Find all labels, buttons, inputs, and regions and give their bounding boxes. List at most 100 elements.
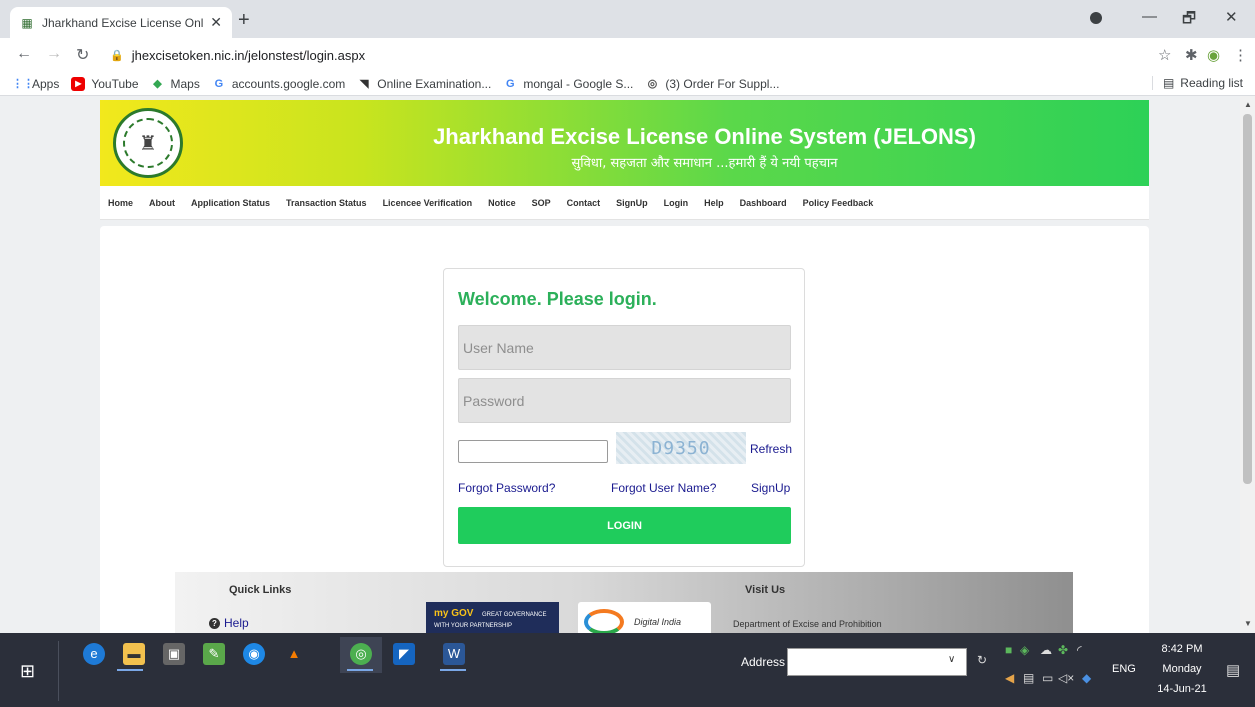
vlc-icon[interactable]: ▲: [283, 643, 305, 665]
quick-link-help[interactable]: ? Help: [209, 616, 249, 630]
wifi-icon[interactable]: ◜: [1077, 643, 1082, 657]
exam-icon: ◥: [360, 77, 369, 90]
digital-india-banner[interactable]: Digital India: [578, 602, 711, 633]
visit-us-text: Department of Excise and Prohibition: [733, 619, 882, 629]
chevron-down-icon[interactable]: ∨: [948, 654, 955, 665]
nav-policy-feedback[interactable]: Policy Feedback: [803, 198, 874, 208]
bookmark-google-search[interactable]: G mongal - Google S...: [503, 77, 633, 91]
bookmark-label: accounts.google.com: [231, 76, 346, 91]
mygov-brand: my GOV: [434, 608, 474, 619]
clock-day[interactable]: Monday: [1152, 663, 1212, 675]
photos-icon[interactable]: ✎: [203, 643, 225, 665]
word-icon[interactable]: W: [443, 643, 465, 665]
globe-icon: ◎: [647, 77, 658, 90]
nav-application-status[interactable]: Application Status: [191, 198, 270, 208]
tray-green-icon[interactable]: ■: [1005, 643, 1012, 657]
bookmark-star-icon[interactable]: ☆: [1158, 46, 1171, 64]
address-go-icon[interactable]: ↻: [977, 653, 987, 667]
back-arrow-icon[interactable]: ←: [16, 45, 32, 63]
bookmark-label: mongal - Google S...: [523, 76, 634, 91]
reading-list-button[interactable]: ▤ Reading list: [1151, 76, 1243, 90]
bookmark-label: (3) Order For Suppl...: [665, 76, 780, 91]
nav-dashboard[interactable]: Dashboard: [740, 198, 787, 208]
tab-close-icon[interactable]: ✕: [210, 14, 222, 31]
nav-help[interactable]: Help: [704, 198, 724, 208]
new-tab-button[interactable]: +: [238, 9, 250, 32]
captcha-refresh-link[interactable]: Refresh: [750, 442, 792, 456]
nav-sop[interactable]: SOP: [532, 198, 551, 208]
chrome-blue-icon[interactable]: ◉: [243, 643, 265, 665]
bookmark-online-exam[interactable]: ◥ Online Examination...: [357, 77, 491, 91]
tray-monitor-icon[interactable]: ▤: [1023, 671, 1034, 685]
battery-icon[interactable]: ▭: [1042, 671, 1053, 685]
bookmark-maps[interactable]: ◆ Maps: [151, 77, 200, 91]
image-viewer-icon[interactable]: ◤: [393, 643, 415, 665]
tab-title: Jharkhand Excise License Online: [42, 15, 205, 30]
google-icon: G: [506, 77, 515, 90]
tray-shield-icon[interactable]: ◈: [1020, 643, 1029, 657]
quick-link-help-label: Help: [224, 616, 249, 630]
site-favicon-icon: ▦: [21, 15, 33, 30]
running-indicator: [117, 669, 143, 671]
page-scrollbar[interactable]: ▲ ▼: [1240, 96, 1255, 633]
file-explorer-icon[interactable]: ▬: [123, 643, 145, 665]
password-input[interactable]: [458, 378, 791, 423]
menu-kebab-icon[interactable]: ⋮: [1233, 46, 1248, 64]
tray-network-share-icon[interactable]: ✤: [1058, 643, 1068, 657]
question-circle-icon: ?: [209, 617, 220, 629]
site-header: ♜ Jharkhand Excise License Online System…: [100, 100, 1149, 186]
login-heading: Welcome. Please login.: [458, 289, 657, 309]
maximize-button[interactable]: 🗗: [1182, 8, 1196, 33]
captcha-input[interactable]: [458, 440, 608, 463]
signup-link[interactable]: SignUp: [751, 481, 790, 495]
input-language[interactable]: ENG: [1112, 663, 1136, 675]
volume-muted-icon[interactable]: ◁×: [1058, 671, 1074, 685]
nav-signup[interactable]: SignUp: [616, 198, 648, 208]
app-window-icon[interactable]: ▣: [163, 643, 185, 665]
nav-notice[interactable]: Notice: [488, 198, 516, 208]
nav-contact[interactable]: Contact: [567, 198, 601, 208]
notification-center-icon[interactable]: ▤: [1226, 661, 1240, 679]
scroll-down-icon[interactable]: ▼: [1244, 619, 1252, 628]
nav-home[interactable]: Home: [108, 198, 133, 208]
profile-avatar-icon[interactable]: ◉: [1207, 46, 1220, 64]
scroll-thumb[interactable]: [1243, 114, 1252, 484]
extensions-puzzle-icon[interactable]: ✱: [1185, 46, 1198, 64]
forgot-username-link[interactable]: Forgot User Name?: [611, 481, 716, 495]
nav-about[interactable]: About: [149, 198, 175, 208]
bookmark-youtube[interactable]: ▶ YouTube: [71, 76, 139, 91]
bookmark-order[interactable]: ◎ (3) Order For Suppl...: [645, 76, 780, 91]
clock-date[interactable]: 14-Jun-21: [1152, 683, 1212, 695]
bookmark-apps[interactable]: ⋮⋮ Apps: [12, 77, 59, 91]
site-nav: Home About Application Status Transactio…: [100, 186, 1149, 220]
username-input[interactable]: [458, 325, 791, 370]
profile-icon[interactable]: [1090, 12, 1102, 24]
nav-transaction-status[interactable]: Transaction Status: [286, 198, 367, 208]
windows-taskbar: ⊞ e ▬ ▣ ✎ ◉ ▲ ◎ ◤ W Address ∨ ↻ ■ ◈ ☁ ✤ …: [0, 633, 1255, 707]
digital-india-label: Digital India: [634, 617, 682, 627]
running-indicator: [440, 669, 466, 671]
edge-browser-icon[interactable]: e: [83, 643, 105, 665]
forward-arrow-icon[interactable]: →: [46, 45, 62, 63]
clock-time[interactable]: 8:42 PM: [1152, 643, 1212, 655]
chrome-icon[interactable]: ◎: [350, 643, 372, 665]
nav-login[interactable]: Login: [664, 198, 689, 208]
bookmark-google-accounts[interactable]: G accounts.google.com: [212, 76, 346, 91]
tray-arrow-icon[interactable]: ◀: [1005, 671, 1014, 685]
close-window-button[interactable]: ✕: [1225, 8, 1238, 26]
address-toolbar: ← → ↻ 🔒 jhexcisetoken.nic.in/jelonstest/…: [0, 38, 1255, 72]
minimize-button[interactable]: —: [1142, 8, 1157, 25]
tray-cloud-icon[interactable]: ☁: [1040, 643, 1052, 657]
browser-tab[interactable]: ▦ Jharkhand Excise License Online ✕: [10, 7, 232, 38]
apps-grid-icon: ⋮⋮: [12, 77, 34, 90]
login-button[interactable]: LOGIN: [458, 507, 791, 544]
nav-licencee-verification[interactable]: Licencee Verification: [383, 198, 473, 208]
reload-icon[interactable]: ↻: [76, 45, 89, 65]
windows-start-icon[interactable]: ⊞: [20, 661, 35, 682]
tray-defender-icon[interactable]: ◆: [1082, 671, 1091, 685]
forgot-password-link[interactable]: Forgot Password?: [458, 481, 555, 495]
url-field[interactable]: 🔒 jhexcisetoken.nic.in/jelonstest/login.…: [110, 42, 1140, 68]
taskbar-address-input[interactable]: [787, 648, 967, 676]
scroll-up-icon[interactable]: ▲: [1244, 100, 1252, 109]
mygov-banner[interactable]: my GOV GREAT GOVERNANCE WITH YOUR PARTNE…: [426, 602, 559, 633]
